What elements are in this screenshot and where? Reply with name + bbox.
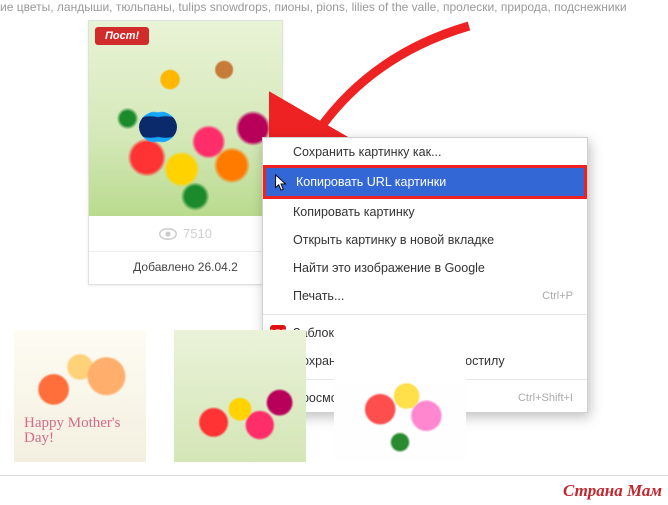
cursor-icon xyxy=(274,174,288,192)
site-watermark: Страна Мам xyxy=(563,481,662,501)
butterfly-icon xyxy=(139,111,177,143)
thumb-caption: Happy Mother's Day! xyxy=(24,416,146,446)
cm-label: Печать... xyxy=(293,289,344,303)
divider xyxy=(0,475,668,476)
thumbnail-row: Happy Mother's Day! xyxy=(14,330,466,462)
cm-label: Сохранить картинку как... xyxy=(293,145,442,159)
cm-copy-image[interactable]: Копировать картинку xyxy=(263,198,587,226)
cm-label: Открыть картинку в новой вкладке xyxy=(293,233,494,247)
thumbnail[interactable]: Happy Mother's Day! xyxy=(14,330,146,462)
cm-copy-image-url[interactable]: Копировать URL картинки xyxy=(266,168,584,196)
thumbnail[interactable] xyxy=(174,330,306,462)
post-badge[interactable]: Пост! xyxy=(95,27,149,45)
views-row: 7510 xyxy=(89,216,282,251)
menu-separator xyxy=(263,314,587,315)
cm-label: Найти это изображение в Google xyxy=(293,261,485,275)
cm-open-new-tab[interactable]: Открыть картинку в новой вкладке xyxy=(263,226,587,254)
cm-shortcut: Ctrl+Shift+I xyxy=(518,392,573,404)
image-card: Пост! 7510 Добавлено 26.04.2 xyxy=(88,20,283,285)
breadcrumb-tags: ие цветы, ландыши, тюльпаны, tulips snow… xyxy=(0,0,668,20)
cm-shortcut: Ctrl+P xyxy=(542,290,573,302)
thumbnail[interactable] xyxy=(334,330,466,462)
added-label: Добавлено xyxy=(133,260,194,274)
card-image[interactable]: Пост! xyxy=(89,21,282,216)
eye-icon xyxy=(159,228,177,240)
cm-save-image-as[interactable]: Сохранить картинку как... xyxy=(263,138,587,166)
added-date: 26.04.2 xyxy=(198,260,238,274)
highlight-box: Копировать URL картинки xyxy=(263,165,587,199)
cm-print[interactable]: Печать... Ctrl+P xyxy=(263,282,587,310)
cm-search-google[interactable]: Найти это изображение в Google xyxy=(263,254,587,282)
views-count: 7510 xyxy=(183,226,212,241)
cm-label: Копировать URL картинки xyxy=(296,175,446,189)
added-row: Добавлено 26.04.2 xyxy=(89,251,282,284)
flower-illustration xyxy=(89,21,282,216)
cm-label: Копировать картинку xyxy=(293,205,415,219)
